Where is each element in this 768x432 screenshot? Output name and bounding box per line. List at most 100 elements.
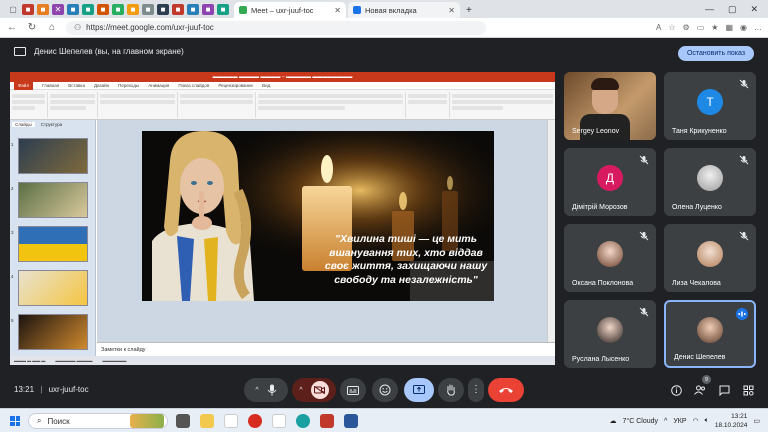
- extensions-icon[interactable]: ⚙: [683, 23, 690, 32]
- task-view-icon[interactable]: [176, 414, 190, 428]
- app-icon[interactable]: [272, 414, 286, 428]
- more-options-icon[interactable]: …: [754, 23, 762, 32]
- ribbon-tab-design[interactable]: Дизайн: [94, 83, 109, 88]
- participant-tile[interactable]: Д Дімітрій Морозов: [564, 148, 656, 216]
- close-tab-icon[interactable]: ✕: [334, 6, 341, 15]
- ribbon-tab-review[interactable]: Рецензирование: [218, 83, 253, 88]
- ribbon-group-paragraph[interactable]: [178, 92, 256, 118]
- tab-icon-4[interactable]: ■: [67, 3, 79, 15]
- tab-icon-6[interactable]: ■: [97, 3, 109, 15]
- maximize-icon[interactable]: ▢: [728, 4, 737, 15]
- tab-icon-11[interactable]: ■: [172, 3, 184, 15]
- workspaces-icon[interactable]: ▢: [7, 4, 19, 15]
- minimize-icon[interactable]: —: [705, 4, 714, 14]
- notifications-icon[interactable]: ▭: [753, 417, 760, 425]
- pane-tab-outline[interactable]: Структура: [38, 122, 65, 127]
- home-icon[interactable]: ⌂: [46, 22, 58, 33]
- participant-tile[interactable]: Олена Луценко: [664, 148, 756, 216]
- ribbon-tab-view[interactable]: Вид: [262, 83, 270, 88]
- favorites-icon[interactable]: ★: [711, 23, 718, 32]
- pane-tab-slides[interactable]: Слайды: [12, 122, 35, 127]
- slide-thumbnail-3[interactable]: [18, 226, 88, 262]
- tab-icon-9[interactable]: ■: [142, 3, 154, 15]
- wifi-icon[interactable]: ◠: [693, 417, 699, 425]
- powerpoint-icon[interactable]: [320, 414, 334, 428]
- app-icon[interactable]: [224, 414, 238, 428]
- leave-call-button[interactable]: [488, 378, 524, 402]
- more-options-button[interactable]: ⋮: [468, 378, 484, 402]
- ribbon-tab-insert[interactable]: Вставка: [68, 83, 85, 88]
- ribbon-group-quick-styles[interactable]: [406, 92, 450, 118]
- tab-icon-2[interactable]: ■: [37, 3, 49, 15]
- participant-tile[interactable]: Денис Шепелев: [664, 300, 756, 368]
- present-now-button[interactable]: [404, 378, 434, 402]
- tab-icon-13[interactable]: ■: [202, 3, 214, 15]
- ribbon-group-editing[interactable]: [450, 92, 555, 118]
- tab-icon-5[interactable]: ■: [82, 3, 94, 15]
- tab-icon-7[interactable]: ■: [112, 3, 124, 15]
- ribbon-tab-home[interactable]: Главная: [42, 83, 59, 88]
- close-tab-icon[interactable]: ✕: [448, 6, 455, 15]
- tab-meet[interactable]: Meet – uxr-juuf-toc ✕: [234, 2, 346, 18]
- ribbon-tab-slideshow[interactable]: Показ слайдов: [178, 83, 209, 88]
- taskbar-widget-icon[interactable]: [130, 414, 164, 428]
- site-info-icon[interactable]: ⚇: [74, 23, 81, 32]
- back-icon[interactable]: ←: [6, 22, 18, 33]
- captions-button[interactable]: [340, 378, 366, 402]
- activities-icon[interactable]: [742, 384, 754, 396]
- mic-options-chevron-icon[interactable]: ^: [255, 387, 258, 394]
- tab-icon-12[interactable]: ■: [187, 3, 199, 15]
- ribbon-group-clipboard[interactable]: [10, 92, 48, 118]
- edge-icon[interactable]: [296, 414, 310, 428]
- participant-tile[interactable]: Т Таня Крикуненко: [664, 72, 756, 140]
- microphone-control[interactable]: ^: [244, 378, 288, 402]
- slide-thumbnail-4[interactable]: [18, 270, 88, 306]
- tab-icon-8[interactable]: ■: [127, 3, 139, 15]
- opera-icon[interactable]: [248, 414, 262, 428]
- ribbon-tab-file[interactable]: Файл: [14, 81, 34, 90]
- read-aloud-icon[interactable]: A: [656, 23, 661, 32]
- windows-start-icon[interactable]: [10, 416, 20, 426]
- notes-field[interactable]: Заметки к слайду: [97, 342, 555, 356]
- slide-thumbnail-5[interactable]: [18, 314, 88, 350]
- tab-icon-3[interactable]: ✕: [52, 3, 64, 15]
- collections-icon[interactable]: ▦: [725, 23, 733, 32]
- weather-text[interactable]: 7°C Cloudy: [623, 418, 658, 425]
- people-icon[interactable]: [694, 384, 706, 396]
- slide-thumbnail-2[interactable]: [18, 182, 88, 218]
- weather-icon[interactable]: ☁: [610, 417, 617, 425]
- stop-presenting-button[interactable]: Остановить показ: [678, 46, 754, 61]
- tray-overflow-icon[interactable]: ^: [664, 418, 667, 425]
- file-explorer-icon[interactable]: [200, 414, 214, 428]
- raise-hand-button[interactable]: [438, 378, 464, 402]
- close-window-icon[interactable]: ✕: [750, 4, 758, 15]
- ribbon-group-font[interactable]: [98, 92, 178, 118]
- tab-icon-10[interactable]: ■: [157, 3, 169, 15]
- camera-options-chevron-icon[interactable]: ^: [299, 387, 302, 394]
- volume-icon[interactable]: 🔈︎: [705, 417, 709, 425]
- favorite-icon[interactable]: ☆: [668, 23, 675, 32]
- ribbon-tab-transitions[interactable]: Переходы: [118, 83, 139, 88]
- chat-icon[interactable]: [718, 384, 730, 396]
- participant-tile[interactable]: Руслана Лысенко: [564, 300, 656, 368]
- camera-control[interactable]: ^: [292, 378, 336, 402]
- tab-icon-14[interactable]: ■: [217, 3, 229, 15]
- word-icon[interactable]: [344, 414, 358, 428]
- ribbon-tab-animation[interactable]: Анимация: [148, 83, 169, 88]
- reactions-button[interactable]: [372, 378, 398, 402]
- participant-tile[interactable]: Лиза Чекалова: [664, 224, 756, 292]
- meeting-details-icon[interactable]: [670, 384, 682, 396]
- new-tab-icon[interactable]: +: [462, 2, 476, 18]
- participant-tile[interactable]: Оксана Поклонова: [564, 224, 656, 292]
- slide-thumbnail-1[interactable]: [18, 138, 88, 174]
- url-field[interactable]: ⚇ https://meet.google.com/uxr-juuf-toc: [66, 20, 486, 35]
- split-screen-icon[interactable]: ▭: [697, 23, 705, 32]
- profile-icon[interactable]: ◉: [740, 23, 747, 32]
- taskbar-clock[interactable]: 13:21 18.10.2024: [715, 412, 748, 430]
- ribbon-group-drawing[interactable]: [256, 92, 406, 118]
- refresh-icon[interactable]: ↻: [26, 22, 38, 33]
- participant-tile[interactable]: Sergey Leonov: [564, 72, 656, 140]
- tab-icon-1[interactable]: ■: [22, 3, 34, 15]
- vertical-scrollbar[interactable]: [547, 120, 555, 342]
- ribbon-group-slides[interactable]: [48, 92, 98, 118]
